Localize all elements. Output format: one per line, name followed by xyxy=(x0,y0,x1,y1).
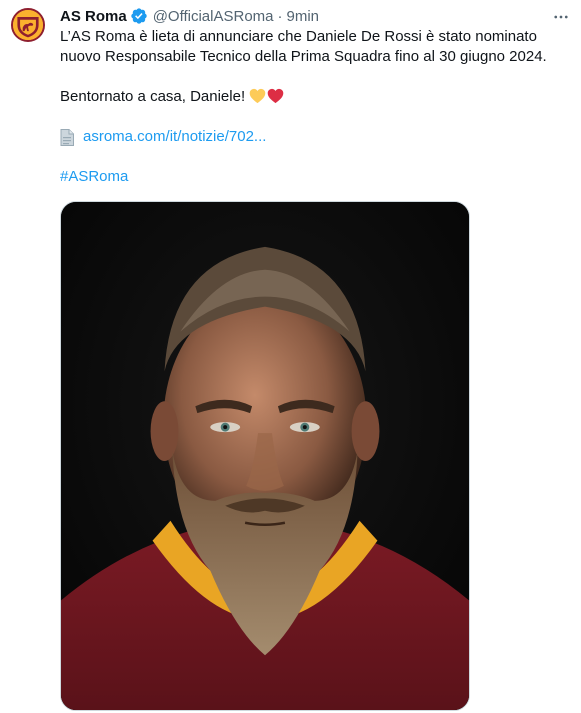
hearts xyxy=(249,88,285,110)
hashtag-link[interactable]: #ASRoma xyxy=(60,167,575,187)
tweet-text-line-3: Bentornato a casa, Daniele! xyxy=(60,87,575,107)
tweet-text-line-2: nuovo Responsabile Tecnico della Prima S… xyxy=(60,48,547,65)
article-link[interactable]: asroma.com/it/notizie/702... xyxy=(60,127,575,147)
tweet-header: AS Roma @OfficialASRoma · 9min xyxy=(60,6,319,26)
separator-dot: · xyxy=(277,7,283,25)
red-heart-icon xyxy=(267,88,284,104)
document-icon xyxy=(60,128,74,146)
tweet[interactable]: AS Roma @OfficialASRoma · 9min L’AS Roma… xyxy=(0,0,581,713)
link-text[interactable]: asroma.com/it/notizie/702... xyxy=(83,127,266,147)
author-handle[interactable]: @OfficialASRoma xyxy=(153,8,274,25)
author-name[interactable]: AS Roma xyxy=(60,8,127,25)
welcome-text: Bentornato a casa, Daniele! xyxy=(60,88,246,105)
more-horizontal-icon[interactable] xyxy=(550,6,572,28)
tweet-photo[interactable] xyxy=(60,201,470,711)
tweet-text-line-1: L’AS Roma è lieta di annunciare che Dani… xyxy=(60,28,537,45)
tweet-body: L’AS Roma è lieta di annunciare che Dani… xyxy=(60,27,575,187)
verified-badge-icon xyxy=(131,8,147,24)
tweet-timestamp[interactable]: 9min xyxy=(287,8,320,25)
yellow-heart-icon xyxy=(249,88,266,104)
as-roma-crest-icon[interactable] xyxy=(11,8,45,42)
